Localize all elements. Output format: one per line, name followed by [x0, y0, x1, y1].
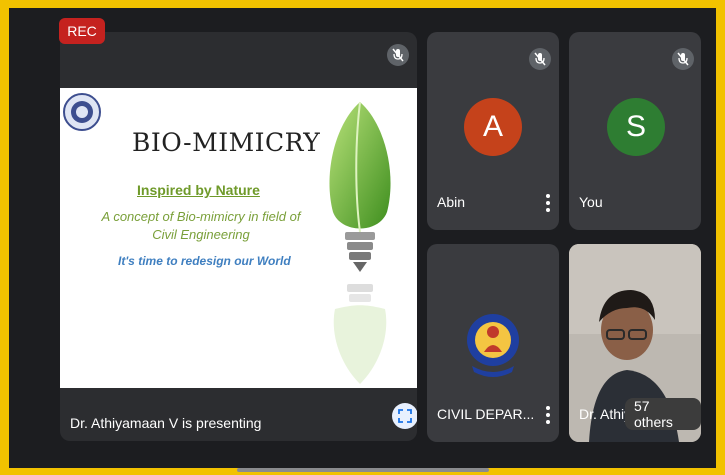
more-options-icon[interactable]: [543, 192, 553, 214]
participant-tile-civil-dept[interactable]: CIVIL DEPAR...: [427, 244, 559, 442]
presentation-tile[interactable]: BIO-MIMICRY Inspired by Nature A concept…: [60, 32, 417, 441]
avatar: A: [464, 98, 522, 156]
meeting-window: REC BIO-MIMICRY Inspired by Nature A con…: [9, 8, 716, 472]
participant-tile-abin[interactable]: A Abin: [427, 32, 559, 230]
participant-tile-you[interactable]: S You: [569, 32, 701, 230]
slide-tagline: It's time to redesign our World: [118, 254, 291, 268]
college-logo-icon: [62, 92, 102, 132]
expand-icon: [398, 409, 412, 423]
slide-subtitle: Inspired by Nature: [137, 182, 260, 198]
mic-off-icon: [672, 48, 694, 70]
more-options-icon[interactable]: [543, 404, 553, 426]
department-logo-icon: [466, 302, 520, 382]
leaf-bulb-icon: [315, 94, 405, 384]
presenting-status: Dr. Athiyamaan V is presenting: [70, 415, 262, 431]
mic-off-icon: [387, 44, 409, 66]
slide-concept: A concept of Bio-mimicry in field of Civ…: [101, 209, 301, 242]
participant-name: CIVIL DEPAR...: [437, 406, 535, 422]
slide-title: BIO-MIMICRY: [132, 128, 321, 157]
avatar: S: [607, 98, 665, 156]
recording-badge: REC: [59, 18, 105, 44]
scrollbar[interactable]: [237, 468, 489, 472]
participant-name: Dr. Athiy: [579, 406, 632, 422]
shared-slide: BIO-MIMICRY Inspired by Nature A concept…: [60, 88, 417, 388]
participant-name: Abin: [437, 194, 466, 210]
others-count-chip[interactable]: 57 others: [625, 398, 701, 430]
participant-name: You: [579, 194, 603, 210]
fullscreen-button[interactable]: [392, 403, 417, 429]
mic-off-icon: [529, 48, 551, 70]
participant-tile-video[interactable]: Dr. Athiy 57 others: [569, 244, 701, 442]
